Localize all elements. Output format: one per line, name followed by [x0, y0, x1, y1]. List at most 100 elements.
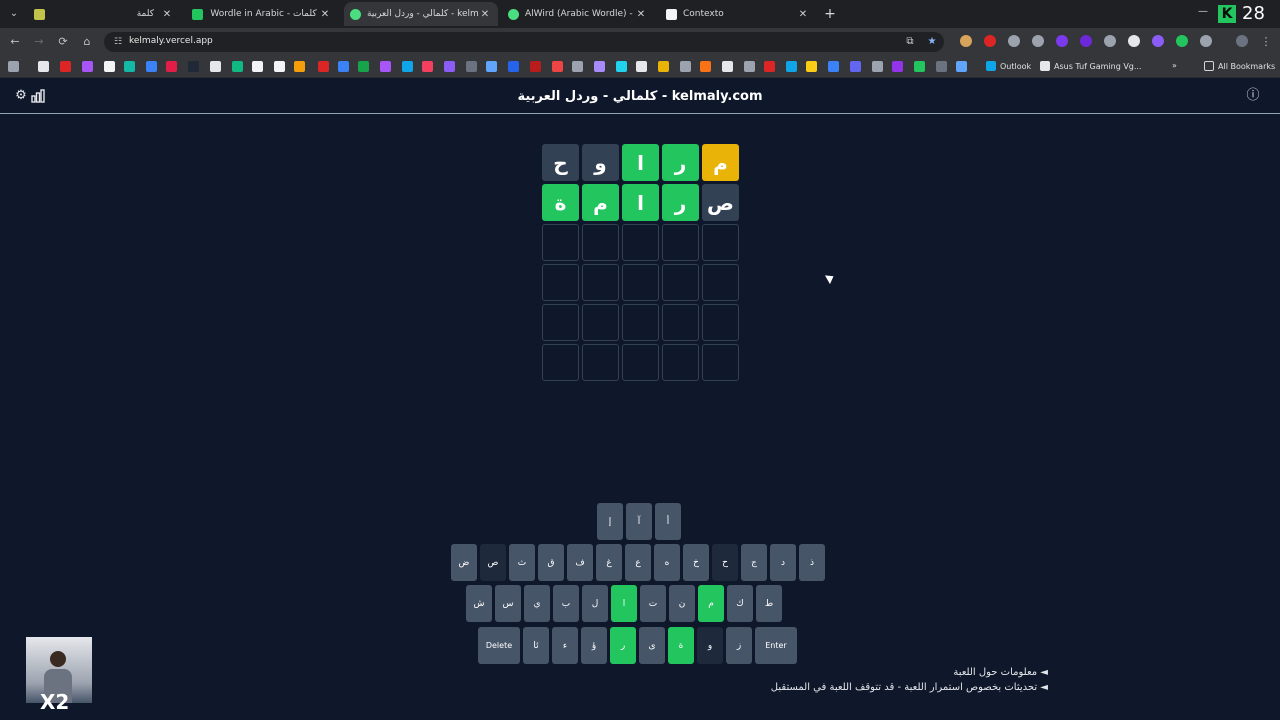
- bookmark-icon[interactable]: [166, 61, 177, 72]
- tab-search-chevron-icon[interactable]: ⌄: [6, 6, 22, 22]
- bookmark-icon[interactable]: [680, 61, 691, 72]
- install-app-icon[interactable]: ⧉: [904, 36, 916, 48]
- browser-tab-3[interactable]: AlWird (Arabic Wordle) - الورد ✕: [502, 2, 654, 26]
- bookmark-icon[interactable]: [338, 61, 349, 72]
- bookmark-icon[interactable]: [466, 61, 477, 72]
- bookmark-icon[interactable]: [530, 61, 541, 72]
- key-letter[interactable]: ع: [625, 544, 651, 581]
- bookmark-icon[interactable]: [358, 61, 369, 72]
- bookmark-icon[interactable]: [872, 61, 883, 72]
- key-letter[interactable]: آ: [626, 503, 652, 540]
- enter-key[interactable]: Enter: [755, 627, 797, 664]
- reload-icon[interactable]: ⟳: [56, 35, 70, 49]
- extension-icon[interactable]: [984, 35, 996, 47]
- info-circle-icon[interactable]: ⓘ: [1246, 89, 1260, 103]
- bookmark-icon[interactable]: [892, 61, 903, 72]
- menu-kebab-icon[interactable]: ⋮: [1259, 35, 1273, 49]
- tab-close-icon[interactable]: ✕: [634, 9, 648, 20]
- bookmark-icon[interactable]: [146, 61, 157, 72]
- delete-key[interactable]: Delete: [478, 627, 520, 664]
- bookmark-icon[interactable]: [636, 61, 647, 72]
- key-letter[interactable]: د: [770, 544, 796, 581]
- apps-grid-icon[interactable]: [8, 61, 19, 72]
- bookmark-icon[interactable]: [82, 61, 93, 72]
- extension-icon[interactable]: [1176, 35, 1188, 47]
- bookmark-icon[interactable]: [850, 61, 861, 72]
- extensions-puzzle-icon[interactable]: [1200, 35, 1212, 47]
- key-letter[interactable]: ؤ: [581, 627, 607, 664]
- extension-icon[interactable]: [1008, 35, 1020, 47]
- key-letter[interactable]: ت: [640, 585, 666, 622]
- key-letter[interactable]: ك: [727, 585, 753, 622]
- bookmark-icon[interactable]: [806, 61, 817, 72]
- browser-tab-0[interactable]: كلمة ✕: [28, 2, 180, 26]
- key-letter[interactable]: ة: [668, 627, 694, 664]
- bookmark-icon[interactable]: [402, 61, 413, 72]
- bookmark-icon[interactable]: [274, 61, 285, 72]
- bookmark-icon[interactable]: [294, 61, 305, 72]
- bookmark-icon[interactable]: [722, 61, 733, 72]
- tab-close-icon[interactable]: ✕: [160, 9, 174, 20]
- bookmark-icon[interactable]: [552, 61, 563, 72]
- key-letter[interactable]: ا: [611, 585, 637, 622]
- key-letter[interactable]: ش: [466, 585, 492, 622]
- home-icon[interactable]: ⌂: [80, 35, 94, 49]
- key-letter[interactable]: ز: [726, 627, 752, 664]
- bookmark-icon[interactable]: [700, 61, 711, 72]
- browser-tab-2-active[interactable]: كلمالي - وردل العربية - kelmaly.com ✕: [344, 2, 498, 26]
- bookmark-icon[interactable]: [914, 61, 925, 72]
- extension-icon[interactable]: [960, 35, 972, 47]
- key-letter[interactable]: ب: [553, 585, 579, 622]
- minimize-icon[interactable]: —: [1198, 6, 1208, 17]
- bookmark-icon[interactable]: [616, 61, 627, 72]
- key-letter[interactable]: ق: [538, 544, 564, 581]
- bookmark-icon[interactable]: [232, 61, 243, 72]
- bookmark-icon[interactable]: [210, 61, 221, 72]
- bookmark-icon[interactable]: [38, 61, 49, 72]
- bookmark-icon[interactable]: [60, 61, 71, 72]
- key-letter[interactable]: غ: [596, 544, 622, 581]
- bookmark-icon[interactable]: [104, 61, 115, 72]
- key-letter[interactable]: ن: [669, 585, 695, 622]
- key-letter[interactable]: ط: [756, 585, 782, 622]
- bookmark-icon[interactable]: [572, 61, 583, 72]
- key-letter[interactable]: ض: [451, 544, 477, 581]
- key-letter[interactable]: ذ: [799, 544, 825, 581]
- about-game-link[interactable]: ◄ معلومات حول اللعبة: [771, 667, 1048, 678]
- bookmark-asus[interactable]: Asus Tuf Gaming Vg...: [1040, 61, 1142, 71]
- key-letter[interactable]: ه: [654, 544, 680, 581]
- all-bookmarks-folder[interactable]: All Bookmarks: [1204, 61, 1275, 71]
- bookmark-icon[interactable]: [252, 61, 263, 72]
- bookmark-icon[interactable]: [188, 61, 199, 72]
- key-letter[interactable]: ء: [552, 627, 578, 664]
- bookmark-icon[interactable]: [786, 61, 797, 72]
- key-letter[interactable]: ح: [712, 544, 738, 581]
- bookmark-icon[interactable]: [764, 61, 775, 72]
- key-letter[interactable]: ي: [524, 585, 550, 622]
- mute-extension-icon[interactable]: [1104, 35, 1116, 47]
- key-letter[interactable]: ى: [639, 627, 665, 664]
- twitch-extension-icon[interactable]: [1152, 35, 1164, 47]
- extension-icon[interactable]: [1080, 35, 1092, 47]
- bookmark-icon[interactable]: [124, 61, 135, 72]
- bookmark-icon[interactable]: [936, 61, 947, 72]
- bookmark-icon[interactable]: [422, 61, 433, 72]
- key-letter[interactable]: م: [698, 585, 724, 622]
- shield-extension-icon[interactable]: [1032, 35, 1044, 47]
- tab-close-icon[interactable]: ✕: [796, 9, 810, 20]
- bookmark-icon[interactable]: [486, 61, 497, 72]
- bookmark-icon[interactable]: [508, 61, 519, 72]
- extension-icon[interactable]: [1056, 35, 1068, 47]
- key-letter[interactable]: ئا: [523, 627, 549, 664]
- bookmarks-overflow-chevron-icon[interactable]: »: [1172, 61, 1177, 70]
- profile-avatar-icon[interactable]: [1236, 35, 1248, 47]
- key-letter[interactable]: ف: [567, 544, 593, 581]
- key-letter[interactable]: إ: [597, 503, 623, 540]
- forward-arrow-icon[interactable]: →: [32, 35, 46, 49]
- globe-bookmark-icon[interactable]: [956, 61, 967, 72]
- bookmark-icon[interactable]: [380, 61, 391, 72]
- key-letter[interactable]: ج: [741, 544, 767, 581]
- back-arrow-icon[interactable]: ←: [8, 35, 22, 49]
- bookmark-icon[interactable]: [444, 61, 455, 72]
- extension-icon[interactable]: [1128, 35, 1140, 47]
